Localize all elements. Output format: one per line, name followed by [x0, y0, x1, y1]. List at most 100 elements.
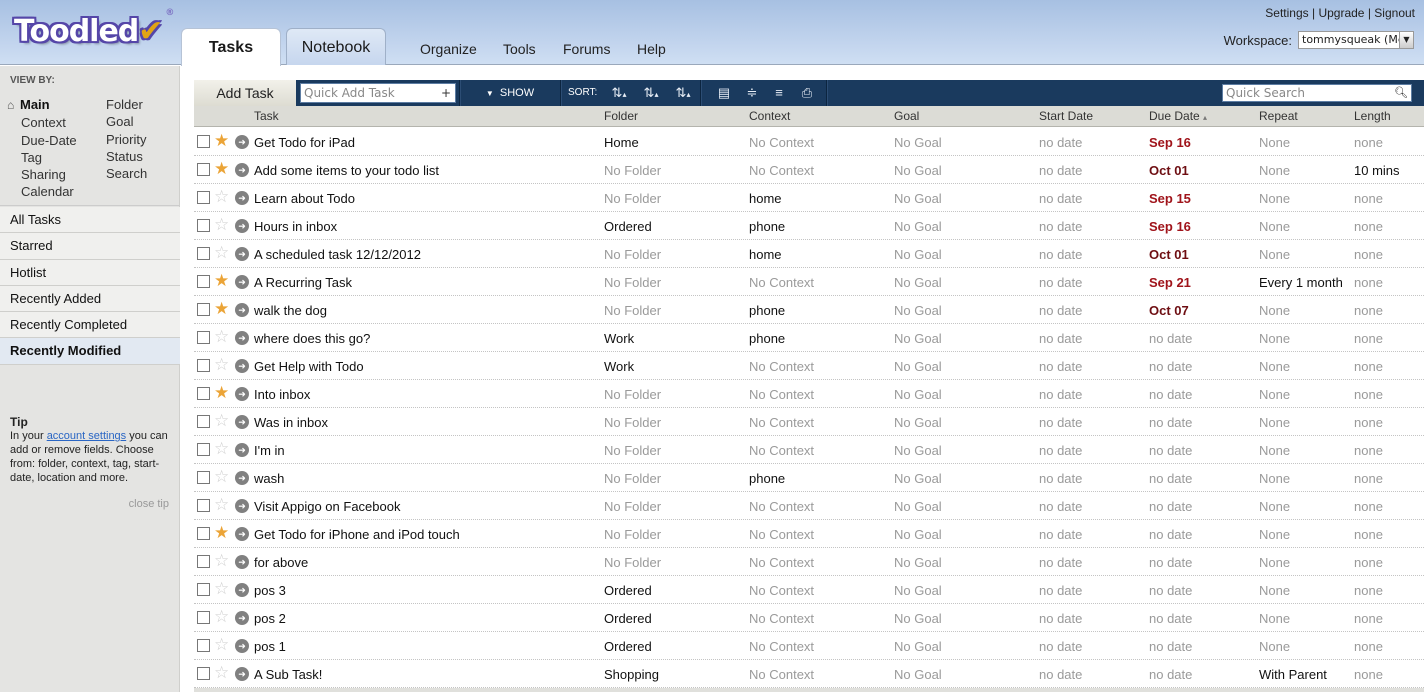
task-name[interactable]: walk the dog	[254, 303, 327, 318]
viewby-tag[interactable]: Tag	[7, 149, 77, 166]
task-start-date[interactable]: no date	[1039, 359, 1082, 374]
task-goal[interactable]: No Goal	[894, 415, 942, 430]
task-name[interactable]: Add some items to your todo list	[254, 163, 439, 178]
complete-checkbox[interactable]	[197, 331, 210, 344]
table-row[interactable]: ☆ ➜ where does this go? Work phone No Goal no …	[194, 324, 1424, 352]
task-folder[interactable]: No Folder	[604, 163, 661, 178]
task-name[interactable]: pos 3	[254, 583, 286, 598]
arrow-circle-icon[interactable]: ➜	[235, 415, 249, 429]
arrow-circle-icon[interactable]: ➜	[235, 527, 249, 541]
task-goal[interactable]: No Goal	[894, 387, 942, 402]
task-repeat[interactable]: None	[1259, 135, 1290, 150]
task-context[interactable]: No Context	[749, 135, 814, 150]
task-length[interactable]: none	[1354, 359, 1383, 374]
task-due-date[interactable]: Oct 01	[1149, 163, 1189, 178]
task-name[interactable]: Get Todo for iPhone and iPod touch	[254, 527, 460, 542]
complete-checkbox[interactable]	[197, 499, 210, 512]
print-icon[interactable]: ⎙	[797, 80, 817, 106]
complete-checkbox[interactable]	[197, 191, 210, 204]
task-name[interactable]: Visit Appigo on Facebook	[254, 499, 400, 514]
task-folder[interactable]: No Folder	[604, 275, 661, 290]
task-start-date[interactable]: no date	[1039, 163, 1082, 178]
task-repeat[interactable]: None	[1259, 387, 1290, 402]
close-tip-link[interactable]: close tip	[129, 498, 169, 510]
task-start-date[interactable]: no date	[1039, 639, 1082, 654]
task-goal[interactable]: No Goal	[894, 191, 942, 206]
quick-search-input[interactable]: Quick Search 🔍︎	[1222, 84, 1412, 102]
search-icon[interactable]: 🔍︎	[1394, 85, 1408, 101]
task-start-date[interactable]: no date	[1039, 219, 1082, 234]
task-context[interactable]: phone	[749, 219, 785, 234]
task-length[interactable]: none	[1354, 387, 1383, 402]
task-repeat[interactable]: None	[1259, 471, 1290, 486]
task-folder[interactable]: Work	[604, 359, 634, 374]
nav-help[interactable]: Help	[637, 41, 666, 57]
star-filled-icon[interactable]: ★	[214, 132, 229, 149]
arrow-circle-icon[interactable]: ➜	[235, 331, 249, 345]
task-due-date[interactable]: no date	[1149, 555, 1192, 570]
task-goal[interactable]: No Goal	[894, 555, 942, 570]
task-goal[interactable]: No Goal	[894, 275, 942, 290]
viewby-goal[interactable]: Goal	[106, 113, 147, 130]
task-folder[interactable]: Ordered	[604, 639, 652, 654]
chevron-down-icon[interactable]: ▼	[1399, 32, 1413, 48]
task-context[interactable]: phone	[749, 471, 785, 486]
signout-link[interactable]: Signout	[1374, 6, 1415, 20]
star-empty-icon[interactable]: ☆	[214, 356, 229, 373]
sort-3-icon[interactable]: ⇅▴	[670, 80, 696, 106]
nav-tools[interactable]: Tools	[503, 41, 536, 57]
task-length[interactable]: none	[1354, 135, 1383, 150]
task-repeat[interactable]: None	[1259, 443, 1290, 458]
task-context[interactable]: No Context	[749, 387, 814, 402]
complete-checkbox[interactable]	[197, 219, 210, 232]
task-name[interactable]: Hours in inbox	[254, 219, 337, 234]
task-goal[interactable]: No Goal	[894, 471, 942, 486]
task-repeat[interactable]: None	[1259, 219, 1290, 234]
task-due-date[interactable]: no date	[1149, 359, 1192, 374]
task-due-date[interactable]: no date	[1149, 583, 1192, 598]
table-row[interactable]: ☆ ➜ Visit Appigo on Facebook No Folder No Co…	[194, 492, 1424, 520]
task-goal[interactable]: No Goal	[894, 359, 942, 374]
task-due-date[interactable]: no date	[1149, 471, 1192, 486]
task-length[interactable]: none	[1354, 443, 1383, 458]
task-length[interactable]: none	[1354, 611, 1383, 626]
viewby-search[interactable]: Search	[106, 165, 147, 182]
complete-checkbox[interactable]	[197, 247, 210, 260]
task-goal[interactable]: No Goal	[894, 443, 942, 458]
task-name[interactable]: A scheduled task 12/12/2012	[254, 247, 421, 262]
task-goal[interactable]: No Goal	[894, 667, 942, 682]
arrow-circle-icon[interactable]: ➜	[235, 191, 249, 205]
task-length[interactable]: none	[1354, 415, 1383, 430]
task-context[interactable]: No Context	[749, 163, 814, 178]
arrow-circle-icon[interactable]: ➜	[235, 247, 249, 261]
task-folder[interactable]: No Folder	[604, 191, 661, 206]
arrow-circle-icon[interactable]: ➜	[235, 443, 249, 457]
task-due-date[interactable]: Oct 07	[1149, 303, 1189, 318]
list-recently-modified[interactable]: Recently Modified	[0, 338, 180, 365]
table-row[interactable]: ☆ ➜ pos 2 Ordered No Context No Goal no date no…	[194, 604, 1424, 632]
star-filled-icon[interactable]: ★	[214, 272, 229, 289]
complete-checkbox[interactable]	[197, 555, 210, 568]
task-start-date[interactable]: no date	[1039, 667, 1082, 682]
task-folder[interactable]: No Folder	[604, 471, 661, 486]
task-due-date[interactable]: no date	[1149, 499, 1192, 514]
task-start-date[interactable]: no date	[1039, 135, 1082, 150]
task-due-date[interactable]: no date	[1149, 527, 1192, 542]
task-start-date[interactable]: no date	[1039, 471, 1082, 486]
arrow-circle-icon[interactable]: ➜	[235, 387, 249, 401]
task-length[interactable]: none	[1354, 499, 1383, 514]
task-start-date[interactable]: no date	[1039, 415, 1082, 430]
task-repeat[interactable]: None	[1259, 359, 1290, 374]
task-due-date[interactable]: no date	[1149, 611, 1192, 626]
complete-checkbox[interactable]	[197, 387, 210, 400]
arrow-circle-icon[interactable]: ➜	[235, 583, 249, 597]
task-folder[interactable]: Shopping	[604, 667, 659, 682]
list-starred[interactable]: Starred	[0, 233, 180, 260]
task-length[interactable]: none	[1354, 471, 1383, 486]
list-recently-added[interactable]: Recently Added	[0, 285, 180, 313]
task-name[interactable]: Learn about Todo	[254, 191, 355, 206]
task-context[interactable]: No Context	[749, 499, 814, 514]
task-start-date[interactable]: no date	[1039, 331, 1082, 346]
complete-checkbox[interactable]	[197, 667, 210, 680]
task-repeat[interactable]: None	[1259, 415, 1290, 430]
